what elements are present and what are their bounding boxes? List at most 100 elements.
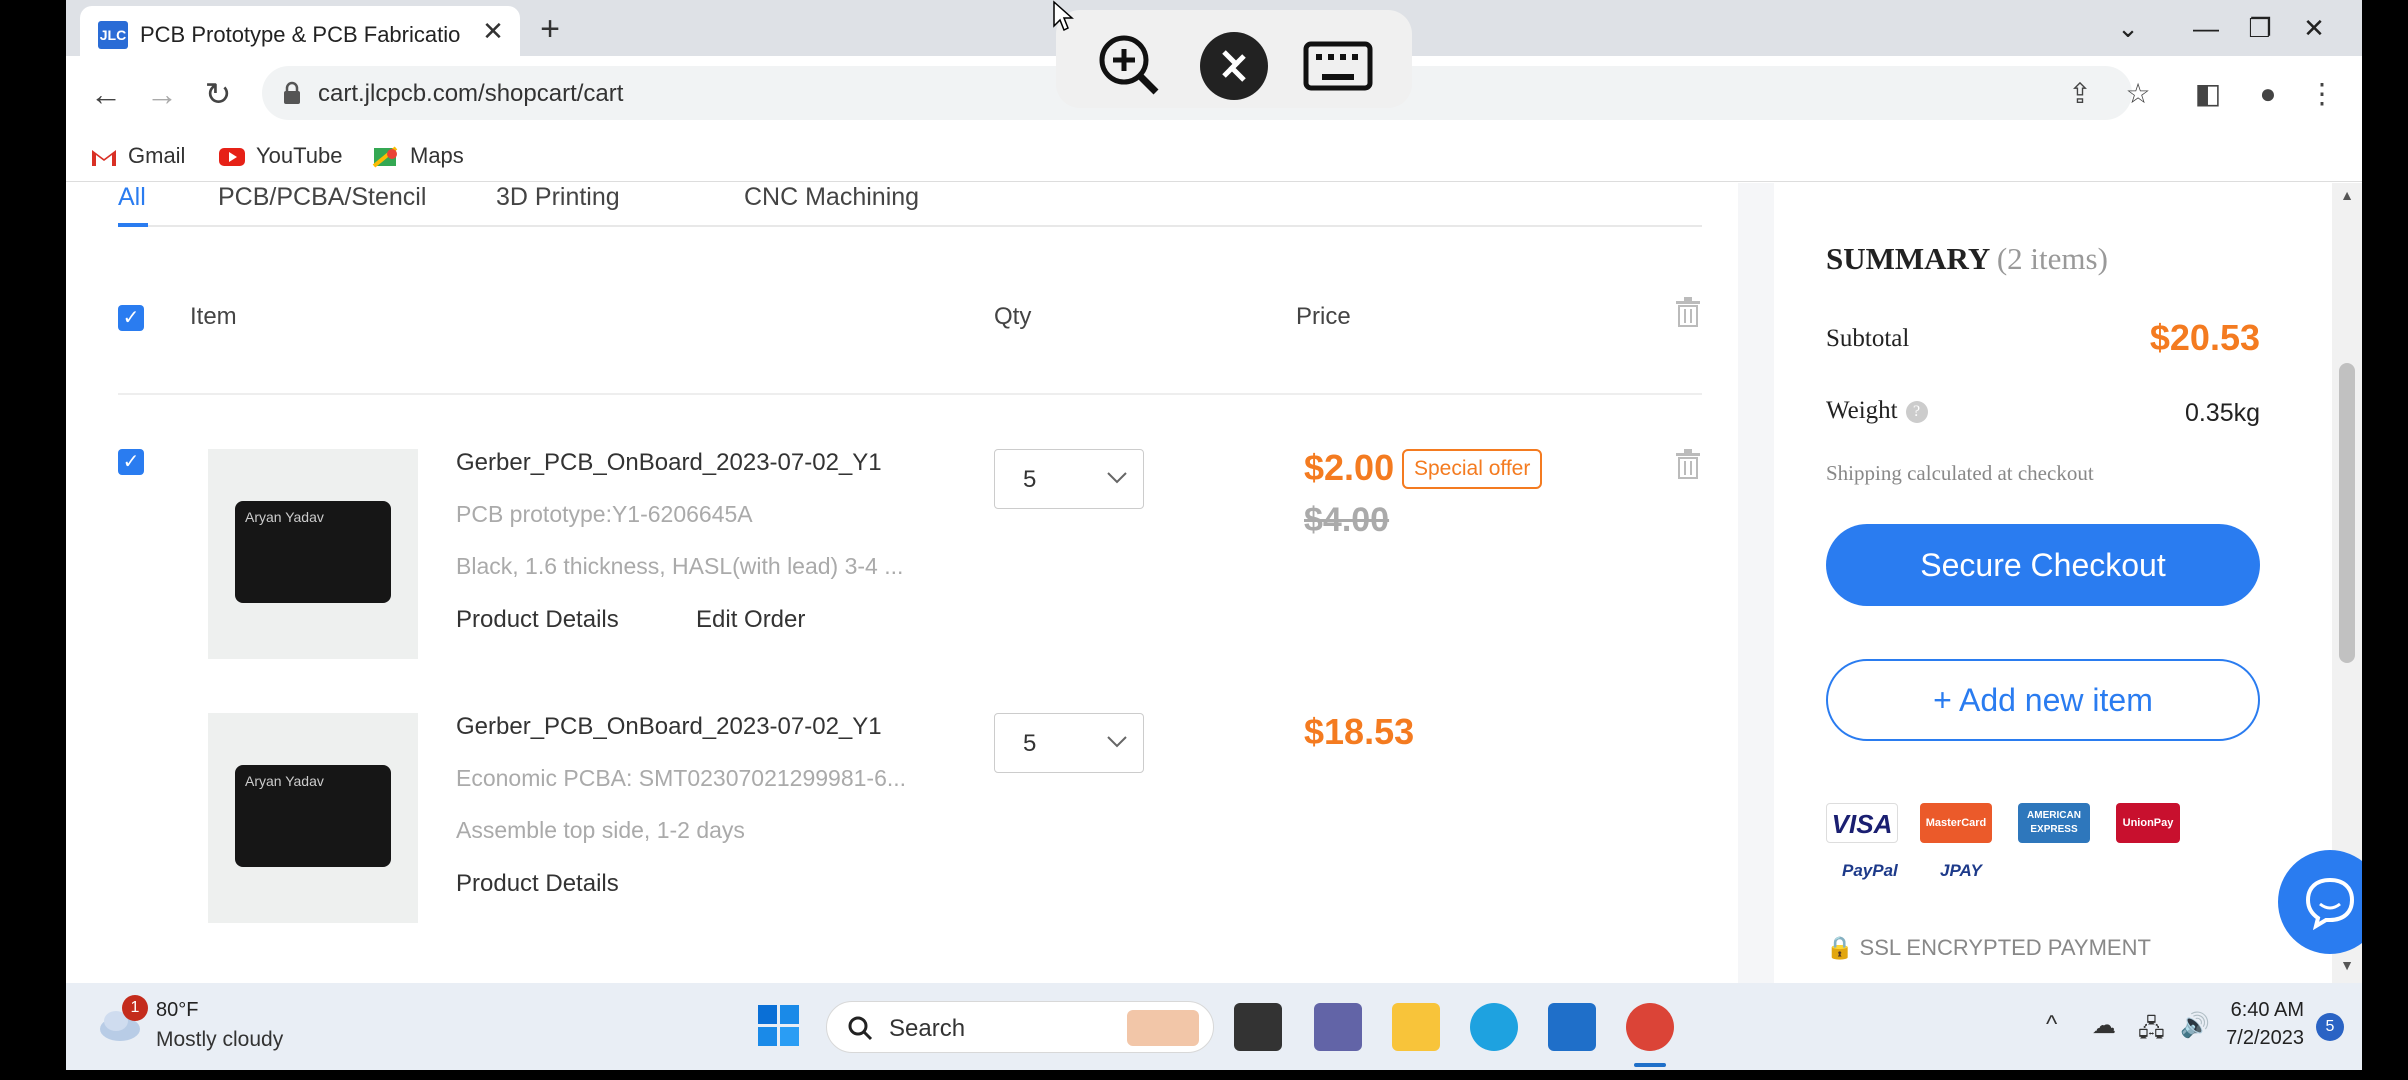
tab-all[interactable]: All <box>118 183 146 212</box>
remote-desktop-icon[interactable] <box>1198 30 1270 102</box>
maps-icon <box>372 146 398 168</box>
summary-title: SUMMARY (2 items) <box>1826 241 2108 277</box>
product-details-link[interactable]: Product Details <box>456 870 619 898</box>
quantity-select[interactable]: 5 <box>994 449 1144 509</box>
back-button[interactable]: ← <box>86 74 126 114</box>
special-offer-badge: Special offer <box>1402 449 1543 489</box>
youtube-icon <box>219 148 245 167</box>
board-label: Aryan Yadav <box>245 773 324 789</box>
secure-checkout-button[interactable]: Secure Checkout <box>1826 524 2260 606</box>
item-checkbox[interactable]: ✓ <box>118 449 144 475</box>
share-icon[interactable]: ⇪ <box>2064 78 2096 110</box>
browser-tab[interactable]: JLC PCB Prototype & PCB Fabrication ✕ <box>80 6 520 56</box>
file-explorer-icon[interactable] <box>1392 1003 1440 1051</box>
quantity-value: 5 <box>1023 730 1037 757</box>
mouse-cursor-icon <box>1053 0 1074 32</box>
restore-button[interactable]: ❐ <box>2238 8 2282 48</box>
select-all-checkbox[interactable]: ✓ <box>118 305 144 331</box>
microsoft-store-icon[interactable] <box>1548 1003 1596 1051</box>
tray-chevron-icon[interactable]: ^ <box>2046 1011 2057 1039</box>
tab-3d-printing[interactable]: 3D Printing <box>496 183 620 212</box>
mastercard-logo: MasterCard <box>1920 803 1992 843</box>
bookmarks-bar: Gmail YouTube Maps <box>66 130 2362 182</box>
task-view-icon[interactable] <box>1234 1003 1282 1051</box>
quantity-select[interactable]: 5 <box>994 713 1144 773</box>
item-line2: Assemble top side, 1-2 days <box>456 817 745 843</box>
close-window-button[interactable]: ✕ <box>2292 8 2336 48</box>
unionpay-logo: UnionPay <box>2116 803 2180 843</box>
bookmark-label: Maps <box>410 143 464 168</box>
page-content: All PCB/PCBA/Stencil 3D Printing CNC Mac… <box>66 183 2362 983</box>
tab-cnc-machining[interactable]: CNC Machining <box>744 183 919 212</box>
reload-button[interactable]: ↻ <box>198 74 238 114</box>
header-qty: Qty <box>994 303 1032 330</box>
board-label: Aryan Yadav <box>245 509 324 525</box>
bookmark-star-icon[interactable]: ☆ <box>2122 78 2154 110</box>
weather-description: Mostly cloudy <box>156 1028 284 1051</box>
amex-logo: AMERICAN EXPRESS <box>2018 803 2090 843</box>
delete-all-trash-icon[interactable] <box>1674 297 1702 327</box>
bookmark-label: Gmail <box>128 143 186 168</box>
bookmark-youtube[interactable]: YouTube <box>218 140 342 172</box>
product-thumbnail[interactable]: Aryan Yadav <box>208 713 418 923</box>
original-price: $4.00 <box>1304 501 1390 539</box>
bookmark-label: YouTube <box>256 143 343 168</box>
tab-pcb-pcba-stencil[interactable]: PCB/PCBA/Stencil <box>218 183 426 212</box>
windows-taskbar: 1 80°F Mostly cloudy Search ^ ☁ 🖧 🔊 6:40… <box>66 983 2362 1070</box>
item-price: $18.53 <box>1304 711 1415 752</box>
pcb-board-image: Aryan Yadav <box>235 501 391 603</box>
product-details-link[interactable]: Product Details <box>456 606 619 634</box>
windows-start-icon[interactable] <box>758 1005 800 1047</box>
keyboard-icon[interactable] <box>1302 30 1374 102</box>
add-new-item-button[interactable]: + Add new item <box>1826 659 2260 741</box>
zoom-in-icon[interactable] <box>1094 30 1166 102</box>
scroll-down-arrow-icon[interactable]: ▼ <box>2339 957 2355 977</box>
screen-right-border <box>2362 0 2408 1080</box>
tab-search-chevron-icon[interactable]: ⌄ <box>2106 8 2150 48</box>
onedrive-icon[interactable]: ☁ <box>2092 1011 2116 1040</box>
tab-title: PCB Prototype & PCB Fabrication <box>140 22 460 47</box>
header-price: Price <box>1296 303 1351 330</box>
item-name: Gerber_PCB_OnBoard_2023-07-02_Y1 <box>456 713 882 740</box>
network-icon[interactable]: 🖧 <box>2138 1011 2165 1052</box>
jlc-favicon-icon: JLC <box>98 21 128 49</box>
jpay-logo: JPAY <box>1940 861 1982 880</box>
tab-close-icon[interactable]: ✕ <box>478 16 508 46</box>
weight-label: Weight? <box>1826 397 1928 425</box>
item-line2: Black, 1.6 thickness, HASL(with lead) 3-… <box>456 553 904 579</box>
minimize-button[interactable]: — <box>2184 8 2228 48</box>
teams-chat-icon[interactable] <box>1314 1003 1362 1051</box>
shipping-note: Shipping calculated at checkout <box>1826 461 2094 485</box>
new-tab-button[interactable]: + <box>530 10 570 50</box>
visa-logo: VISA <box>1826 803 1898 843</box>
edge-browser-icon[interactable] <box>1470 1003 1518 1051</box>
notification-badge[interactable]: 5 <box>2316 1013 2344 1041</box>
cart-panel: All PCB/PCBA/Stencil 3D Printing CNC Mac… <box>66 183 1738 983</box>
bookmark-gmail[interactable]: Gmail <box>90 140 185 172</box>
delete-item-trash-icon[interactable] <box>1674 449 1702 479</box>
taskbar-search[interactable]: Search <box>826 1001 1214 1053</box>
remote-desktop-toolbar <box>1056 10 1412 108</box>
gmail-icon <box>92 150 116 167</box>
profile-avatar-icon[interactable]: ● <box>2252 78 2284 110</box>
scroll-up-arrow-icon[interactable]: ▲ <box>2339 187 2355 207</box>
help-icon[interactable]: ? <box>1905 401 1928 424</box>
chrome-menu-icon[interactable]: ⋮ <box>2306 78 2338 110</box>
product-thumbnail[interactable]: Aryan Yadav <box>208 449 418 659</box>
ssl-text: SSL ENCRYPTED PAYMENT <box>1859 935 2151 960</box>
ssl-note: 🔒 SSL ENCRYPTED PAYMENT <box>1826 935 2151 961</box>
item-line1: Economic PCBA: SMT02307021299981-6... <box>456 765 907 791</box>
chevron-down-icon <box>1107 472 1127 484</box>
item-name: Gerber_PCB_OnBoard_2023-07-02_Y1 <box>456 449 882 476</box>
forward-button[interactable]: → <box>142 74 182 114</box>
edit-order-link[interactable]: Edit Order <box>696 606 805 634</box>
clock-date[interactable]: 7/2/2023 <box>2204 1027 2304 1050</box>
chat-icon <box>2305 877 2355 930</box>
panel-gutter <box>1738 183 1774 983</box>
scroll-thumb[interactable] <box>2339 363 2355 663</box>
side-panel-icon[interactable]: ◧ <box>2192 78 2224 110</box>
bookmark-maps[interactable]: Maps <box>372 140 464 172</box>
chrome-taskbar-icon[interactable] <box>1626 1003 1674 1051</box>
summary-count: (2 items) <box>1996 241 2108 276</box>
clock-time[interactable]: 6:40 AM <box>2204 999 2304 1022</box>
